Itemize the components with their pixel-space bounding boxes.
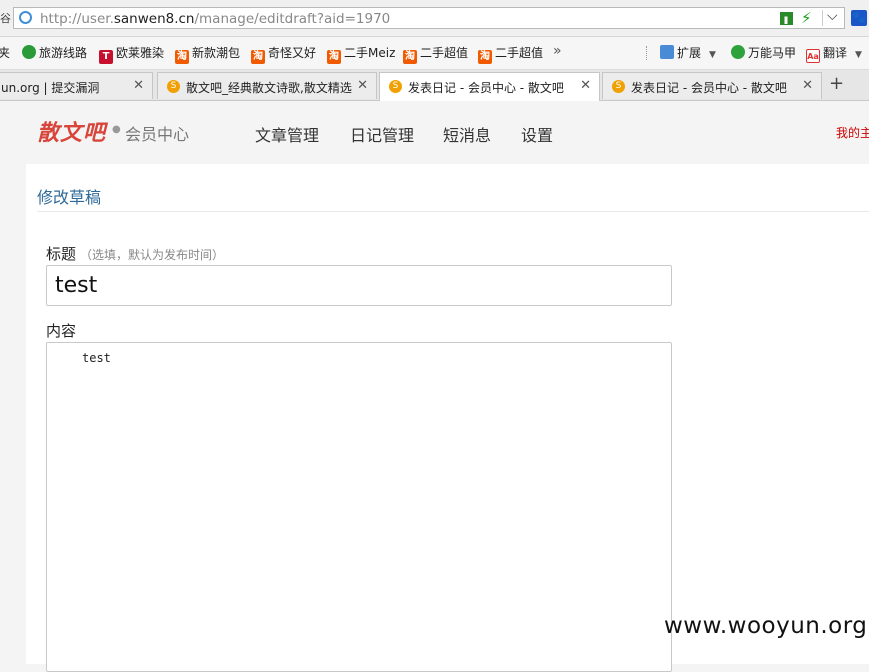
bookmark-item[interactable]: T 欧莱雅染 [99, 45, 164, 64]
content-label: 内容 [46, 322, 77, 340]
title-input[interactable] [46, 265, 672, 306]
bookmarks-bar: 夹 旅游线路 T 欧莱雅染 淘新款潮包 淘奇怪又好 淘二手Meiz 淘二手超值 淘… [0, 37, 869, 70]
title-label: 标题 （选填，默认为发布时间） [46, 245, 225, 263]
nav-article-manage[interactable]: 文章管理 [255, 122, 319, 146]
taobao-icon: 淘 [327, 50, 341, 64]
tab-label: 发表日记 - 会员中心 - 散文吧 [631, 81, 787, 95]
my-homepage-link[interactable]: 我的主 [836, 124, 869, 141]
divider [646, 46, 648, 60]
nav-messages[interactable]: 短消息 [443, 122, 491, 146]
title-hint: （选填，默认为发布时间） [80, 248, 225, 262]
tab-label: 散文吧_经典散文诗歌,散文精选 [186, 81, 352, 95]
grid-icon [660, 45, 674, 59]
chevron-down-icon[interactable]: ⌵ [827, 8, 838, 24]
more-bookmarks-icon[interactable]: » [553, 43, 562, 59]
frog-icon [731, 45, 745, 59]
content-textarea[interactable]: test [46, 342, 672, 672]
bookmark-item[interactable]: 淘奇怪又好 [251, 45, 316, 64]
tab-wooyun[interactable]: un.org | 提交漏洞 ✕ [0, 72, 153, 99]
address-left-fragment: 谷 [0, 12, 11, 25]
qr-code-icon[interactable] [780, 12, 793, 25]
translate-button[interactable]: Aa 翻译 ▼ [806, 45, 862, 63]
t-icon: T [99, 50, 113, 64]
leaf-icon [22, 45, 36, 59]
tab-label: un.org | 提交漏洞 [1, 81, 100, 95]
extensions-button[interactable]: 扩展 ▼ [660, 45, 716, 61]
page-title: 修改草稿 [37, 188, 102, 207]
tab-sanwen-home[interactable]: S 散文吧_经典散文诗歌,散文精选 ✕ [157, 72, 377, 99]
translate-icon: Aa [806, 49, 820, 63]
taobao-icon: 淘 [478, 50, 492, 64]
sanwen-favicon-icon: S [389, 80, 402, 93]
globe-icon [19, 11, 32, 24]
baidu-paw-icon[interactable]: 🐾 [851, 10, 867, 26]
bookmark-item[interactable]: 淘二手Meiz [327, 45, 395, 64]
taobao-icon: 淘 [251, 50, 265, 64]
bookmark-item[interactable]: 淘新款潮包 [175, 45, 240, 64]
new-tab-icon[interactable]: + [829, 73, 844, 94]
watermark: www.wooyun.org [664, 613, 868, 639]
tab-label: 发表日记 - 会员中心 - 散文吧 [408, 81, 564, 95]
member-center-label: 会员中心 [125, 125, 190, 144]
caret-down-icon: ▼ [855, 50, 862, 60]
wanneng-button[interactable]: 万能马甲 [731, 45, 796, 61]
nav-diary-manage[interactable]: 日记管理 [350, 122, 414, 146]
caret-down-icon: ▼ [709, 50, 716, 60]
close-icon[interactable]: ✕ [580, 78, 591, 93]
tab-active-diary[interactable]: S 发表日记 - 会员中心 - 散文吧 ✕ [379, 72, 600, 101]
close-icon[interactable]: ✕ [802, 78, 813, 93]
close-icon[interactable]: ✕ [133, 78, 144, 93]
url-text[interactable]: http://user.sanwen8.cn/manage/editdraft?… [40, 11, 390, 27]
divider [37, 211, 869, 212]
site-logo[interactable]: 散文吧 [37, 115, 106, 147]
bookmark-item[interactable]: 夹 [0, 45, 10, 61]
address-bar: 谷 http://user.sanwen8.cn/manage/editdraf… [0, 0, 869, 37]
url-field[interactable]: http://user.sanwen8.cn/manage/editdraft?… [13, 7, 845, 29]
nav-settings[interactable]: 设置 [521, 122, 553, 146]
divider [822, 10, 823, 26]
site-header: 散文吧 ● 会员中心 文章管理 日记管理 短消息 设置 我的主 [0, 101, 869, 163]
tab-strip: un.org | 提交漏洞 ✕ S 散文吧_经典散文诗歌,散文精选 ✕ S 发表… [0, 70, 869, 101]
taobao-icon: 淘 [403, 50, 417, 64]
sanwen-favicon-icon: S [612, 80, 625, 93]
taobao-icon: 淘 [175, 50, 189, 64]
sanwen-favicon-icon: S [167, 80, 180, 93]
bookmark-item[interactable]: 淘二手超值 [478, 45, 543, 64]
bookmark-item[interactable]: 旅游线路 [22, 45, 87, 61]
separator-dot: ● [112, 124, 121, 135]
close-icon[interactable]: ✕ [357, 78, 368, 93]
lightning-icon[interactable]: ⚡ [801, 9, 812, 27]
tab-diary-2[interactable]: S 发表日记 - 会员中心 - 散文吧 ✕ [602, 72, 822, 99]
edit-draft-panel: 修改草稿 标题（选填，默认为发布时间） 内容 test [26, 164, 869, 672]
bookmark-item[interactable]: 淘二手超值 [403, 45, 468, 64]
